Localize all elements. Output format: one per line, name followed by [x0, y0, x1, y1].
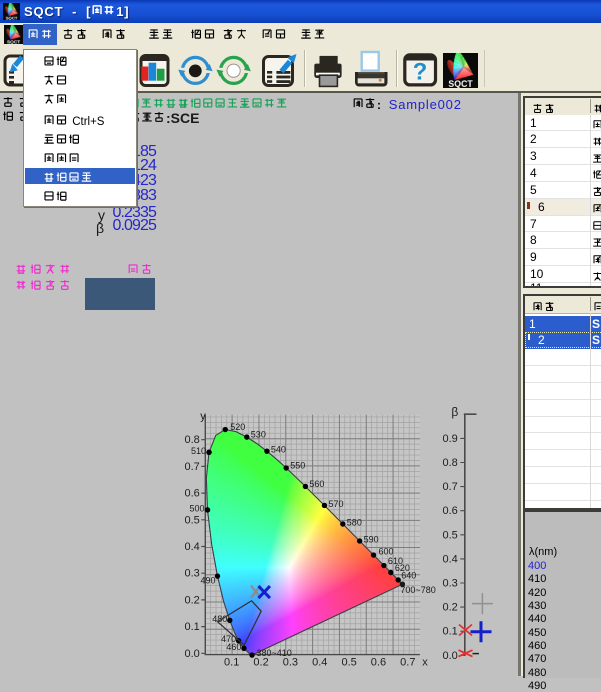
svg-text:?: ? [413, 59, 428, 86]
